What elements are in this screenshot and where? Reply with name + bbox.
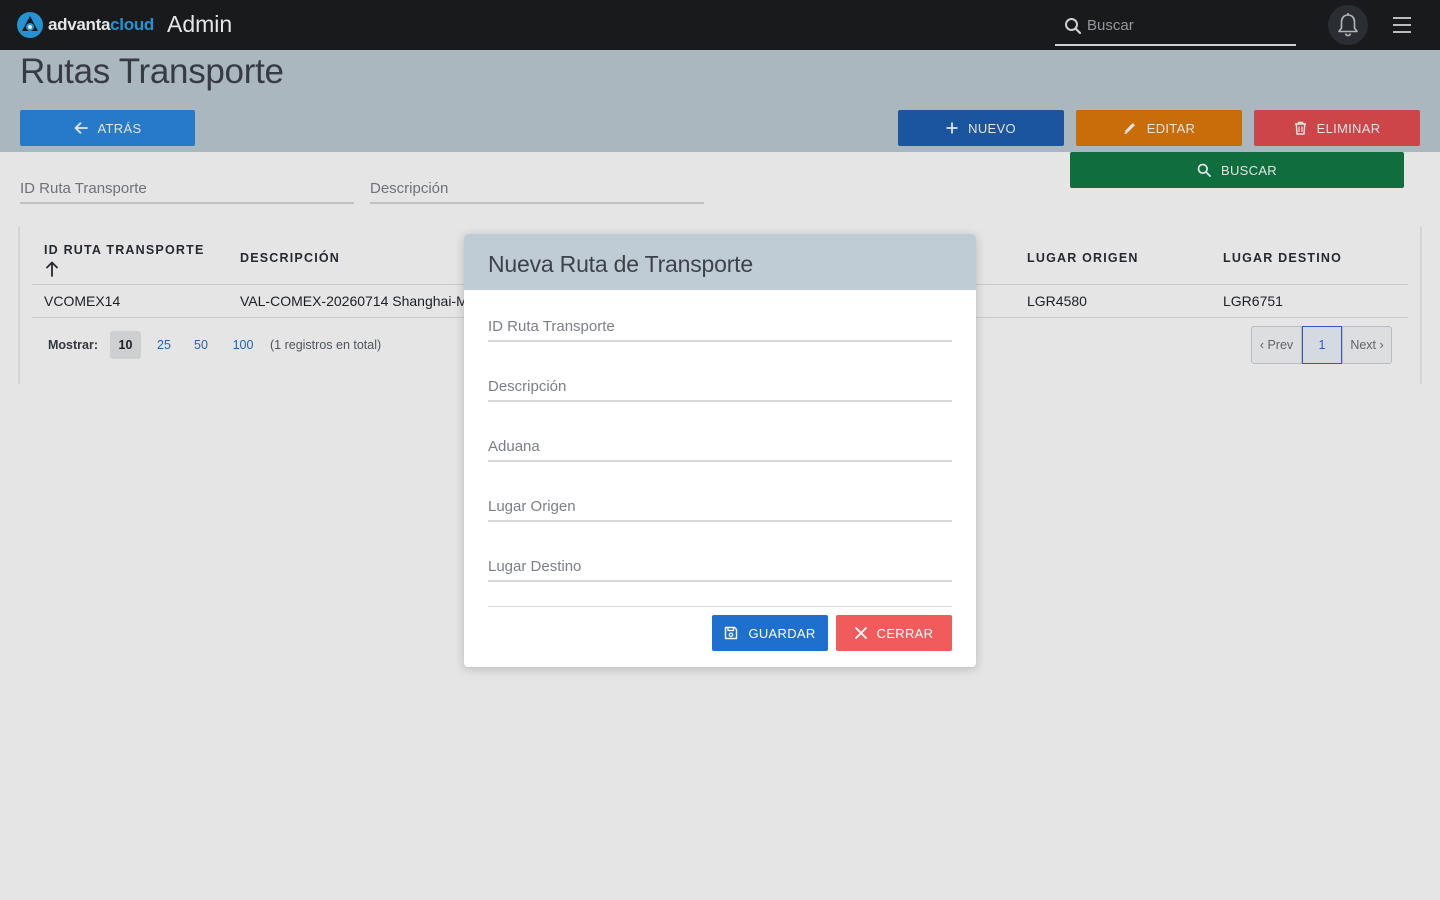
close-button-label: CERRAR [876,625,934,641]
modal-field-description[interactable]: Descripción [488,378,952,402]
modal-field-lugar-destino-label: Lugar Destino [488,558,582,575]
modal-field-id-ruta[interactable]: ID Ruta Transporte [488,318,952,342]
modal-field-description-label: Descripción [488,378,567,395]
modal-field-aduana-label: Aduana [488,438,540,455]
modal-field-id-ruta-label: ID Ruta Transporte [488,318,615,335]
modal-field-lugar-origen[interactable]: Lugar Origen [488,498,952,522]
modal-field-lugar-origen-label: Lugar Origen [488,498,576,515]
modal-field-aduana[interactable]: Aduana [488,438,952,462]
modal-title: Nueva Ruta de Transporte [488,251,753,277]
close-button[interactable]: CERRAR [836,615,952,651]
save-button-label: GUARDAR [748,625,816,641]
new-route-modal: Nueva Ruta de Transporte ID Ruta Transpo… [464,234,976,667]
save-button[interactable]: GUARDAR [712,615,828,651]
modal-field-lugar-destino[interactable]: Lugar Destino [488,558,952,582]
modal-footer-divider [488,606,952,607]
modal-header: Nueva Ruta de Transporte [464,234,976,290]
floppy-disk-icon [725,626,738,640]
close-icon [854,627,867,639]
